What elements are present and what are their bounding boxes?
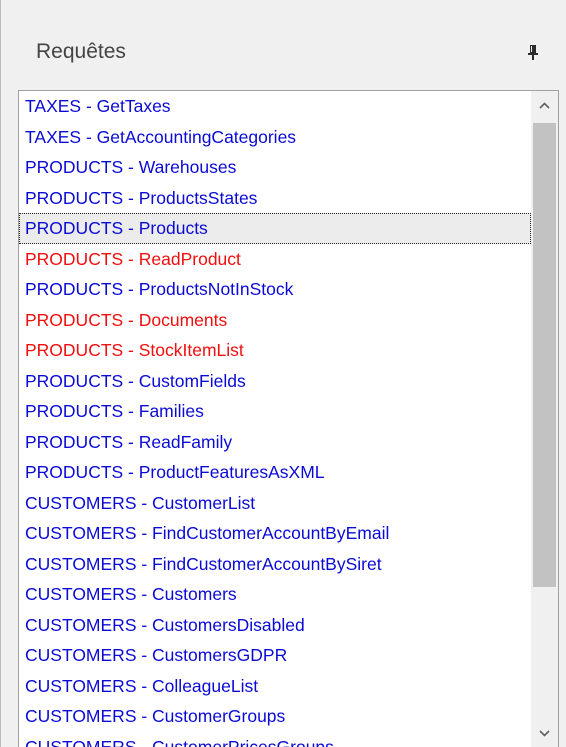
pin-button[interactable] — [525, 44, 541, 60]
list-item[interactable]: TAXES - GetTaxes — [19, 91, 531, 122]
queries-listbox[interactable]: TAXES - GetTaxes TAXES - GetAccountingCat… — [18, 90, 559, 747]
list-item[interactable]: CUSTOMERS - CustomerGroups — [19, 701, 531, 732]
list-item[interactable]: CUSTOMERS - CustomersGDPR — [19, 640, 531, 671]
scroll-thumb[interactable] — [533, 123, 556, 587]
chevron-down-icon — [539, 730, 550, 737]
list-item[interactable]: CUSTOMERS - CustomerList — [19, 488, 531, 519]
scroll-down-button[interactable] — [531, 718, 558, 747]
list-item[interactable]: PRODUCTS - ProductsNotInStock — [19, 274, 531, 305]
list-item[interactable]: PRODUCTS - Products — [19, 213, 531, 244]
list-item[interactable]: PRODUCTS - Families — [19, 396, 531, 427]
queries-panel: Requêtes TAXES - GetTaxes TAXES - GetAcco… — [0, 0, 566, 747]
list-item[interactable]: PRODUCTS - CustomFields — [19, 366, 531, 397]
panel-title: Requêtes — [36, 40, 126, 63]
list-item[interactable]: TAXES - GetAccountingCategories — [19, 122, 531, 153]
list-item[interactable]: CUSTOMERS - Customers — [19, 579, 531, 610]
list-item[interactable]: PRODUCTS - Documents — [19, 305, 531, 336]
list-item[interactable]: PRODUCTS - ProductsStates — [19, 183, 531, 214]
list-item[interactable]: PRODUCTS - Warehouses — [19, 152, 531, 183]
chevron-up-icon — [539, 102, 550, 109]
list-item[interactable]: PRODUCTS - ReadFamily — [19, 427, 531, 458]
list-item[interactable]: CUSTOMERS - CustomersDisabled — [19, 610, 531, 641]
list-item[interactable]: CUSTOMERS - FindCustomerAccountByEmail — [19, 518, 531, 549]
list-item[interactable]: CUSTOMERS - ColleagueList — [19, 671, 531, 702]
vertical-scrollbar[interactable] — [531, 91, 558, 747]
list-item[interactable]: PRODUCTS - ReadProduct — [19, 244, 531, 275]
list-item[interactable]: CUSTOMERS - CustomerPricesGroups — [19, 732, 531, 747]
pin-icon — [528, 45, 538, 60]
list-item[interactable]: PRODUCTS - ProductFeaturesAsXML — [19, 457, 531, 488]
panel-header: Requêtes — [2, 0, 566, 90]
queries-list: TAXES - GetTaxes TAXES - GetAccountingCat… — [19, 91, 531, 747]
scroll-up-button[interactable] — [531, 91, 558, 121]
list-item[interactable]: CUSTOMERS - FindCustomerAccountBySiret — [19, 549, 531, 580]
list-item[interactable]: PRODUCTS - StockItemList — [19, 335, 531, 366]
